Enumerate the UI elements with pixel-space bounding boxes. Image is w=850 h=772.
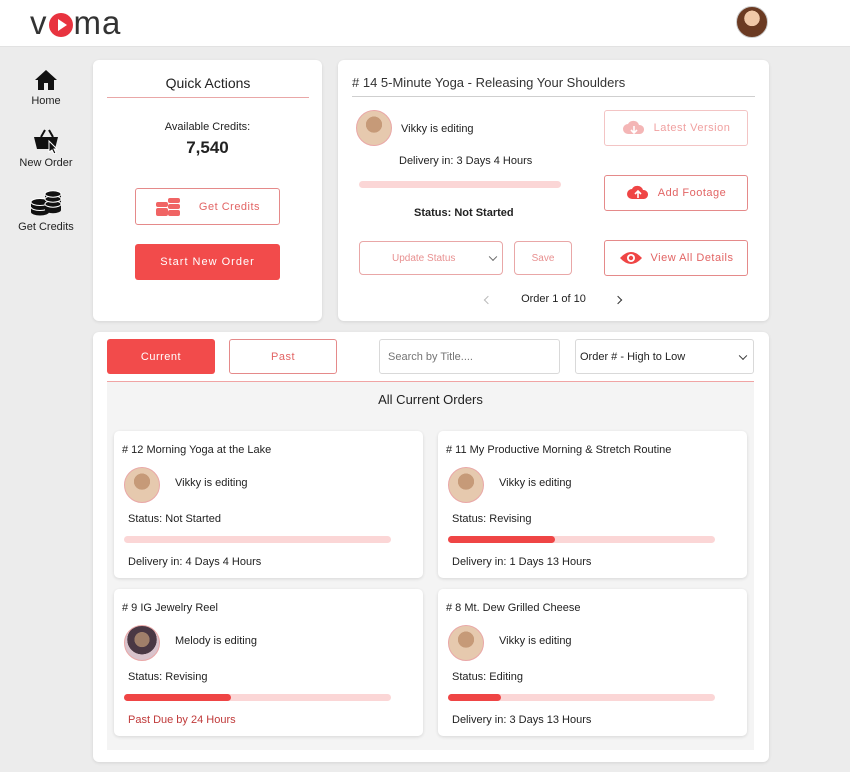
orders-heading: All Current Orders [378,392,483,407]
latest-version-label: Latest Version [653,122,731,134]
add-footage-button[interactable]: Add Footage [604,175,748,211]
cloud-upload-icon [626,185,648,199]
chevron-down-icon [488,252,498,262]
view-all-details-button[interactable]: View All Details [604,240,748,276]
search-input[interactable] [379,339,560,374]
editor-status: Vikky is editing [499,635,572,647]
chevron-down-icon [738,351,748,360]
coins-icon [30,190,62,216]
order-card[interactable]: # 8 Mt. Dew Grilled Cheese Vikky is edit… [438,589,747,736]
quick-actions-title: Quick Actions [107,75,309,98]
top-bar: v ma [0,0,850,47]
update-status-select[interactable]: Update Status [359,241,503,275]
order-status: Status: Revising [452,513,532,525]
current-order-title: # 14 5-Minute Yoga - Releasing Your Shou… [352,75,755,97]
editor-status: Vikky is editing [499,477,572,489]
tab-past[interactable]: Past [229,339,337,374]
delivery-text: Delivery in: 3 Days 13 Hours [452,714,592,726]
progress-bar [448,536,715,543]
eye-icon [619,252,642,264]
progress-fill [448,694,502,701]
progress-bar [448,694,715,701]
editor-status: Vikky is editing [401,123,474,135]
quick-actions-card: Quick Actions Available Credits: 7,540 G… [93,60,322,321]
order-status: Status: Editing [452,671,523,683]
order-status: Status: Not Started [414,207,514,219]
get-credits-button[interactable]: Get Credits [135,188,280,225]
order-card[interactable]: # 9 IG Jewelry Reel Melody is editing St… [114,589,423,736]
order-card[interactable]: # 11 My Productive Morning & Stretch Rou… [438,431,747,578]
order-card-title: # 11 My Productive Morning & Stretch Rou… [446,444,672,456]
delivery-text: Past Due by 24 Hours [128,714,236,726]
sidebar-item-label: New Order [19,157,73,169]
order-card-title: # 8 Mt. Dew Grilled Cheese [446,602,581,614]
sidebar-item-label: Get Credits [18,221,74,233]
progress-fill [124,694,231,701]
basket-icon [34,129,59,154]
progress-bar [124,694,391,701]
tab-current[interactable]: Current [107,339,215,374]
sidebar-item-home[interactable]: Home [0,68,92,107]
credits-value: 7,540 [186,138,229,157]
order-card-title: # 9 IG Jewelry Reel [122,602,218,614]
add-footage-label: Add Footage [657,187,727,199]
order-status: Status: Revising [128,671,208,683]
get-credits-label: Get Credits [198,200,261,213]
order-card[interactable]: # 12 Morning Yoga at the Lake Vikky is e… [114,431,423,578]
credits-label: Available Credits: [164,121,251,133]
sidebar-item-get-credits[interactable]: Get Credits [0,190,92,233]
latest-version-button[interactable]: Latest Version [604,110,748,146]
editor-avatar [124,625,160,661]
orders-list-area: All Current Orders # 12 Morning Yoga at … [107,381,754,750]
update-status-label: Update Status [392,252,456,264]
sidebar-item-new-order[interactable]: New Order [0,128,92,169]
sort-selected-value: Order # - High to Low [580,350,686,363]
delivery-text: Delivery in: 1 Days 13 Hours [452,556,592,568]
editor-avatar [448,625,484,661]
coins-icon [155,197,180,216]
progress-bar [124,536,391,543]
current-order-card: # 14 5-Minute Yoga - Releasing Your Shou… [338,60,769,321]
editor-avatar [124,467,160,503]
progress-fill [448,536,555,543]
editor-status: Melody is editing [175,635,257,647]
sort-select[interactable]: Order # - High to Low [575,339,754,374]
voma-logo[interactable]: v ma [30,4,121,41]
order-card-title: # 12 Morning Yoga at the Lake [122,444,272,456]
sidebar-item-label: Home [31,95,61,107]
editor-status: Vikky is editing [175,477,248,489]
order-pager: Order 1 of 10 [521,293,586,305]
orders-panel: Current Past Order # - High to Low All C… [93,332,769,762]
delivery-text: Delivery in: 3 Days 4 Hours [399,155,533,167]
home-icon [35,70,57,90]
start-new-order-button[interactable]: Start New Order [135,244,280,280]
user-avatar[interactable] [736,6,768,38]
play-logo-icon [48,13,73,37]
editor-avatar [448,467,484,503]
view-all-details-label: View All Details [650,252,734,264]
delivery-text: Delivery in: 4 Days 4 Hours [128,556,262,568]
progress-bar [359,181,561,188]
cloud-download-icon [622,120,644,135]
order-status: Status: Not Started [128,513,221,525]
editor-avatar [356,110,392,146]
save-button[interactable]: Save [514,241,572,275]
